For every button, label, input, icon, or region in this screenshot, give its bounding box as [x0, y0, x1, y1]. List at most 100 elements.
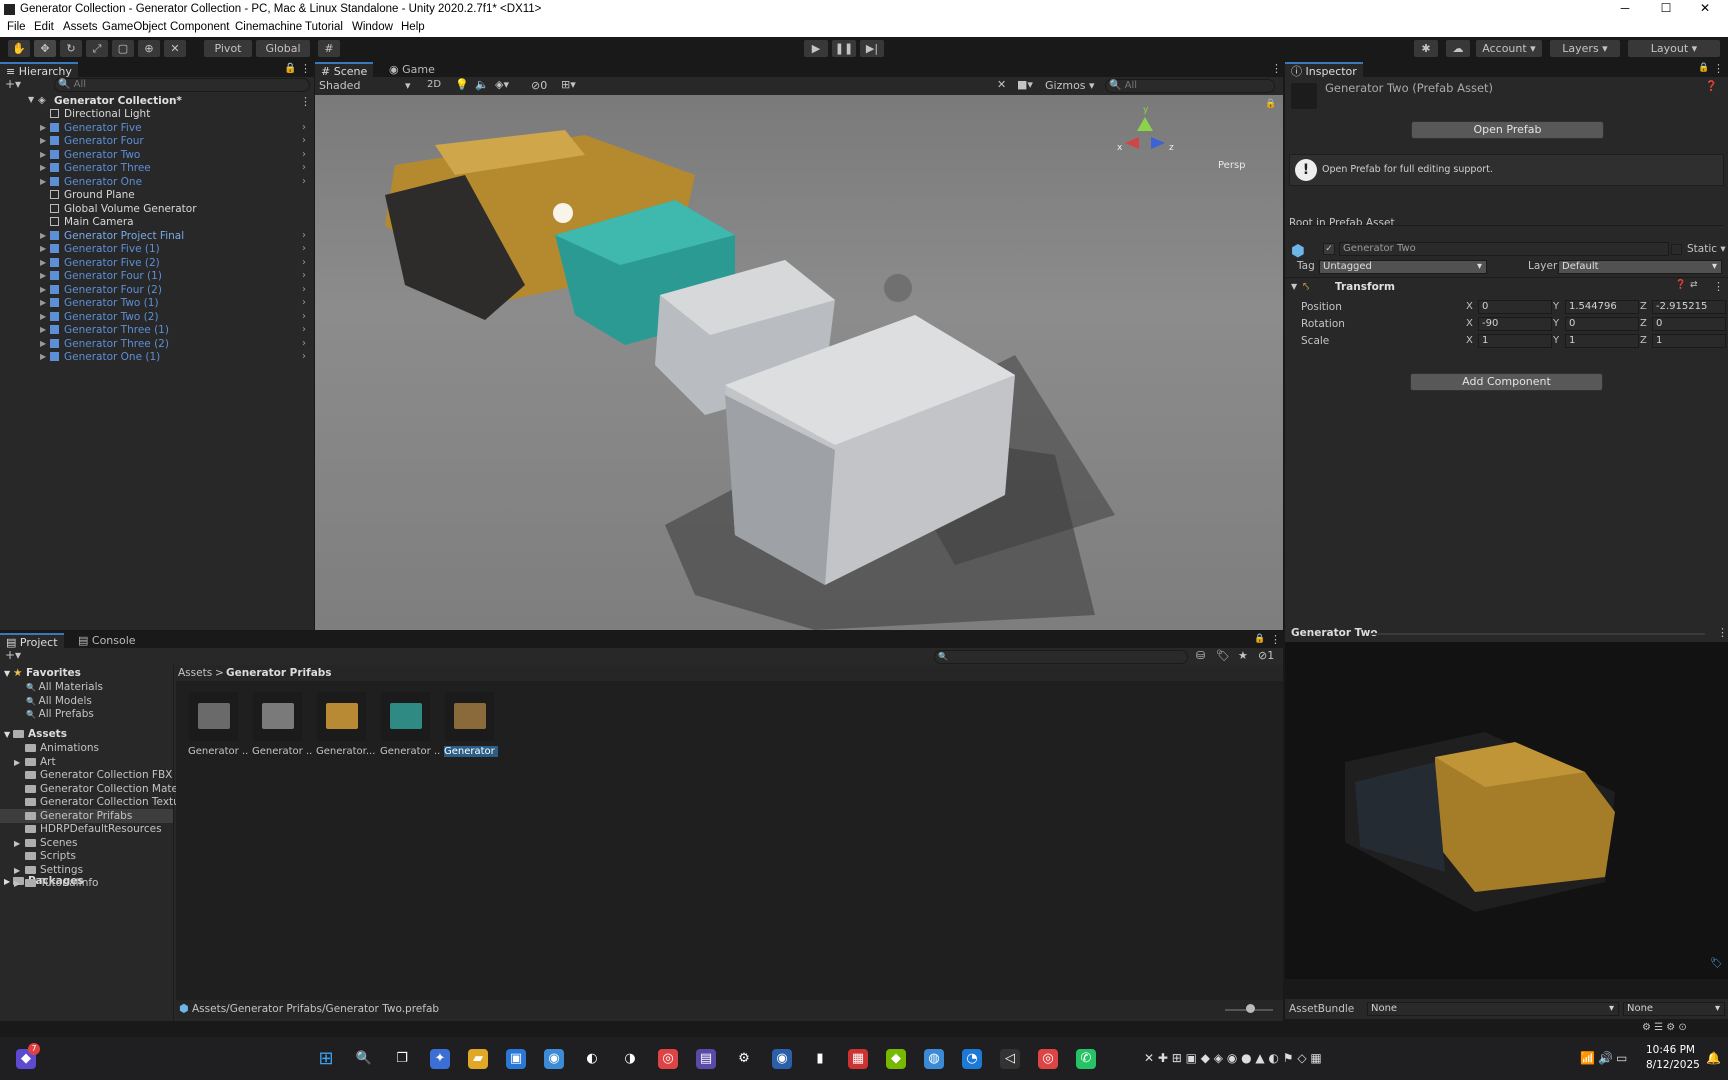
notifications-icon[interactable]: 🔔: [1706, 1051, 1721, 1065]
scene-root-row[interactable]: ▼ ◈ Generator Collection* ⋮: [0, 95, 314, 108]
transform-help-icon[interactable]: ❓: [1675, 280, 1686, 290]
hierarchy-search-input[interactable]: 🔍 All: [54, 78, 310, 92]
open-prefab-arrow-icon[interactable]: ›: [302, 284, 306, 296]
preview-model[interactable]: [1285, 642, 1728, 952]
folder-expand-icon[interactable]: ▶: [14, 865, 25, 877]
menu-file[interactable]: File: [7, 21, 26, 33]
expand-arrow-icon[interactable]: ▶: [40, 257, 46, 269]
layout-dropdown[interactable]: Layout ▾: [1628, 40, 1720, 57]
transform-y-field[interactable]: 0: [1565, 317, 1639, 331]
project-search-input[interactable]: 🔍: [934, 650, 1188, 664]
store-icon[interactable]: ▣: [506, 1049, 526, 1069]
open-prefab-arrow-icon[interactable]: ›: [302, 176, 306, 188]
play-button[interactable]: ▶: [804, 40, 828, 57]
hierarchy-item[interactable]: ▶ › Generator Two (2): [0, 311, 314, 323]
hierarchy-item[interactable]: ▶ › Generator Four: [0, 135, 314, 147]
folder-item[interactable]: Generator Prifabs: [14, 810, 132, 822]
lock-icon[interactable]: 🔒: [284, 63, 296, 74]
folder-expand-icon[interactable]: ▶: [14, 878, 25, 890]
folder-item[interactable]: HDRPDefaultResources: [14, 823, 162, 835]
assetbundle-variant-dropdown[interactable]: None ▾: [1623, 1002, 1725, 1016]
hidden-packages-icon[interactable]: ⊘1: [1258, 649, 1274, 662]
expand-arrow-icon[interactable]: ▶: [40, 351, 46, 363]
open-prefab-arrow-icon[interactable]: ›: [302, 270, 306, 282]
minimize-button[interactable]: ─: [1602, 1, 1648, 15]
shading-dropdown[interactable]: Shaded: [319, 79, 360, 92]
close-button[interactable]: ✕: [1682, 1, 1728, 15]
transform-x-field[interactable]: 1: [1478, 334, 1552, 348]
steam-icon[interactable]: ⚙: [734, 1049, 754, 1069]
expand-arrow-icon[interactable]: ▶: [40, 230, 46, 242]
scene-viewport[interactable]: y x z Persp 🔒: [315, 95, 1283, 630]
hierarchy-item[interactable]: ▶ › Generator Project Final: [0, 230, 314, 242]
scene-lock-icon[interactable]: 🔒: [1265, 99, 1276, 109]
open-prefab-arrow-icon[interactable]: ›: [302, 162, 306, 174]
menu-edit[interactable]: Edit: [34, 21, 54, 33]
scene-menu-icon[interactable]: ⋮: [300, 95, 311, 108]
alienware-icon[interactable]: ◐: [582, 1049, 602, 1069]
open-prefab-arrow-icon[interactable]: ›: [302, 297, 306, 309]
hierarchy-item[interactable]: ▶ › Generator Five (1): [0, 243, 314, 255]
status-icons[interactable]: ⚙ ☰ ⚙ ⊙: [1642, 1022, 1687, 1033]
hierarchy-item[interactable]: ▶ › Generator Two: [0, 149, 314, 161]
expand-arrow-icon[interactable]: ▶: [40, 176, 46, 188]
folder-item[interactable]: Generator Collection Materi: [14, 783, 185, 795]
menu-tutorial[interactable]: Tutorial: [305, 21, 343, 33]
project-kebab-icon[interactable]: ⋮: [1270, 633, 1281, 646]
wifi-icon[interactable]: 📶: [1580, 1051, 1595, 1065]
edge-icon[interactable]: ◔: [962, 1049, 982, 1069]
nvidia-icon[interactable]: ◆: [886, 1049, 906, 1069]
asset-thumbnail[interactable]: [445, 692, 494, 741]
folder-item[interactable]: Generator Collection Textur: [14, 796, 184, 808]
battery-icon[interactable]: ▭: [1616, 1051, 1627, 1065]
axis-label-z[interactable]: Z: [1640, 318, 1647, 329]
asset-thumbnail-label[interactable]: Generator ...: [380, 746, 440, 757]
breadcrumb-root[interactable]: Assets: [178, 667, 212, 679]
filter-label-icon[interactable]: 🏷: [1216, 649, 1230, 662]
search-icon[interactable]: 🔍: [354, 1049, 374, 1069]
tray-icons[interactable]: ✕ ✚ ⊞ ▣ ◆ ◈ ◉ ● ▲ ◐ ⚑ ◇ ▦: [1144, 1051, 1322, 1065]
persp-label[interactable]: Persp: [1218, 160, 1246, 171]
transform-menu-icon[interactable]: ⋮: [1713, 280, 1724, 293]
active-checkbox[interactable]: ✓: [1323, 243, 1335, 255]
hierarchy-item[interactable]: ▶ › Generator Three (2): [0, 338, 314, 350]
hierarchy-item[interactable]: ▶ › Generator One (1): [0, 351, 314, 363]
camera-icon[interactable]: ■▾: [1017, 78, 1033, 91]
rotate-tool-icon[interactable]: ↻: [60, 40, 82, 57]
favorite-item[interactable]: 🔍 All Prefabs: [26, 708, 94, 720]
transform-x-field[interactable]: 0: [1478, 300, 1552, 314]
gizmos-dropdown[interactable]: Gizmos ▾: [1045, 79, 1095, 92]
asset-thumbnail[interactable]: [317, 692, 366, 741]
transform-fold-icon[interactable]: ▼: [1291, 282, 1297, 291]
folder-item[interactable]: ▶ Art: [14, 756, 56, 768]
folder-item[interactable]: ▶ Settings: [14, 864, 83, 876]
open-prefab-arrow-icon[interactable]: ›: [302, 243, 306, 255]
menu-component[interactable]: Component: [170, 21, 229, 33]
expand-arrow-icon[interactable]: ▶: [40, 284, 46, 296]
rect-tool-icon[interactable]: ▢: [112, 40, 134, 57]
scale-tool-icon[interactable]: ⤢: [86, 40, 108, 57]
copilot-app-icon[interactable]: ✦: [430, 1049, 450, 1069]
asset-thumbnail-label[interactable]: Generator...: [316, 746, 376, 757]
scene-search-input[interactable]: 🔍 All: [1105, 79, 1275, 93]
volume-icon[interactable]: 🔊: [1598, 1051, 1613, 1065]
open-prefab-button[interactable]: Open Prefab: [1411, 121, 1604, 139]
unity-taskbar-icon[interactable]: ◁: [1000, 1049, 1020, 1069]
transform-y-field[interactable]: 1.544796: [1565, 300, 1639, 314]
asset-thumbnail-label[interactable]: Generator ...: [188, 746, 248, 757]
favorites-header[interactable]: ▼ ★ Favorites: [4, 667, 81, 679]
preview-menu-icon[interactable]: ⋮: [1717, 626, 1728, 639]
app-icon-3[interactable]: ▤: [696, 1049, 716, 1069]
tab-game[interactable]: ◉ Game: [383, 62, 441, 77]
pause-button[interactable]: ❚❚: [832, 40, 856, 57]
transform-x-field[interactable]: -90: [1478, 317, 1552, 331]
tab-hierarchy[interactable]: ≡ Hierarchy: [0, 62, 78, 78]
menu-help[interactable]: Help: [401, 21, 425, 33]
app-icon-5[interactable]: ▮: [810, 1049, 830, 1069]
hierarchy-item[interactable]: ▶ › Generator One: [0, 176, 314, 188]
axis-label-x[interactable]: X: [1466, 335, 1473, 346]
favorite-item[interactable]: 🔍 All Models: [26, 695, 92, 707]
tab-console[interactable]: ▤ Console: [72, 633, 142, 648]
expand-arrow-icon[interactable]: ▶: [40, 270, 46, 282]
project-add-icon[interactable]: +▾: [5, 648, 21, 662]
